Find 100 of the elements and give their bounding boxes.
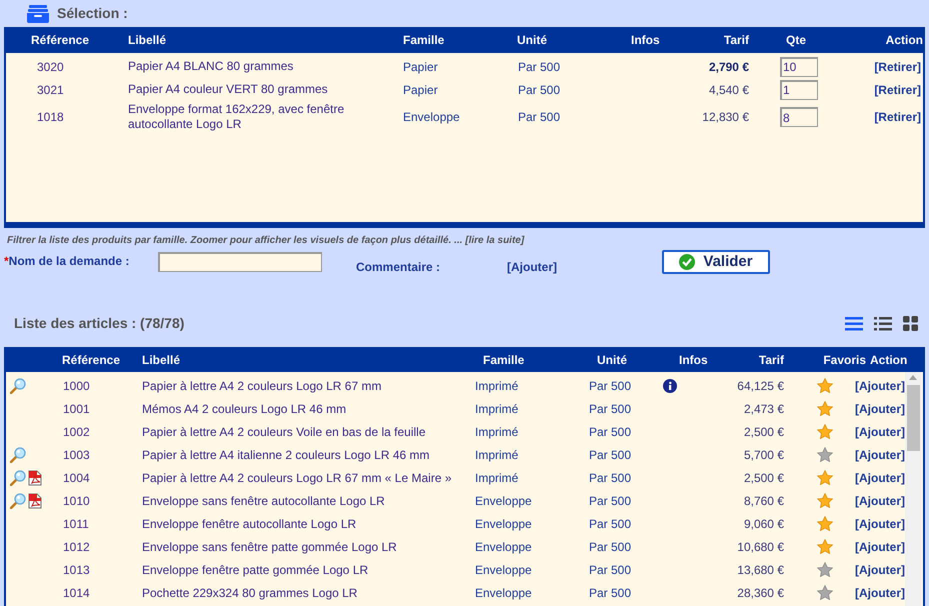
table-cell: 2,473 € (744, 402, 784, 416)
magnifier-icon[interactable] (10, 378, 26, 394)
table-cell: 12,830 € (702, 110, 749, 124)
table-cell: Papier à lettre A4 italienne 2 couleurs Logo LR 46 mm (142, 448, 430, 462)
pdf-file-icon[interactable] (28, 492, 42, 508)
table-cell: Enveloppe sans fenêtre autocollante Logo LR (142, 494, 385, 508)
table-cell: Papier à lettre A4 2 couleurs Logo LR 67 mm « Le Maire » (142, 470, 452, 484)
column-header: Favoris (823, 352, 866, 366)
table-cell: Par 500 (518, 82, 560, 96)
add-comment-link[interactable]: [Ajouter] (507, 258, 662, 276)
pdf-file-icon[interactable] (28, 470, 42, 486)
submit-button[interactable]: Valider (662, 250, 770, 274)
add-link[interactable]: [Ajouter] (855, 424, 905, 438)
column-header: Tarif (758, 352, 784, 366)
star-icon[interactable] (817, 470, 833, 485)
table-cell: Par 500 (589, 540, 632, 554)
star-icon[interactable] (817, 539, 833, 554)
column-header: Unité (597, 352, 627, 366)
table-cell: Imprimé (475, 424, 518, 438)
table-cell: Papier à lettre A4 2 couleurs Voile en bas de la feuille (142, 424, 426, 438)
column-header: Famille (403, 33, 444, 47)
column-header: Référence (31, 33, 90, 47)
table-cell: 1018 (37, 110, 64, 124)
add-link[interactable]: [Ajouter] (855, 470, 905, 484)
table-cell: Imprimé (475, 470, 518, 484)
list-view-icon[interactable] (845, 316, 863, 331)
star-icon[interactable] (817, 585, 833, 600)
table-cell: Par 500 (589, 470, 632, 484)
magnifier-icon[interactable] (10, 470, 26, 486)
check-icon (679, 254, 696, 270)
hint-text: Filtrer la liste des produits par famille. Zoomer pour afficher les visuels de façon plus détaillé. ... [lire la suite] (6, 234, 526, 248)
column-header: Référence (62, 352, 120, 366)
table-cell: Enveloppe (475, 540, 532, 554)
table-cell: Papier (403, 82, 438, 96)
add-link[interactable]: [Ajouter] (855, 562, 905, 576)
field-label: *Nom de la demande : (4, 253, 130, 270)
table-cell: Imprimé (475, 378, 518, 392)
magnifier-icon[interactable] (10, 446, 26, 462)
table-cell: 1000 (63, 378, 90, 392)
add-link[interactable]: [Ajouter] (855, 494, 905, 508)
magnifier-icon[interactable] (10, 492, 26, 508)
table-cell: 64,125 € (737, 378, 784, 392)
table-cell: 2,500 € (744, 470, 784, 484)
table-cell: Par 500 (589, 494, 632, 508)
star-icon[interactable] (817, 401, 833, 416)
remove-link[interactable]: [Retirer] (874, 110, 921, 124)
table-cell: 1011 (63, 516, 89, 530)
table-cell: Pochette 229x324 80 grammes Logo LR (142, 586, 358, 600)
table-cell: Papier à lettre A4 2 couleurs Logo LR 67 mm (142, 378, 382, 392)
remove-link[interactable]: [Retirer] (874, 82, 921, 96)
table-cell: 1002 (63, 424, 90, 438)
star-icon[interactable] (817, 516, 833, 531)
table-cell: 1004 (63, 470, 90, 484)
table-cell: 1013 (63, 562, 90, 576)
table-cell: Par 500 (518, 60, 560, 74)
add-link[interactable]: [Ajouter] (855, 516, 905, 530)
add-link[interactable]: [Ajouter] (855, 540, 905, 554)
table-cell: 8,760 € (744, 494, 784, 508)
quantity-field[interactable]: 8 (780, 107, 818, 127)
add-link[interactable]: [Ajouter] (855, 378, 905, 392)
table-cell: 9,060 € (744, 516, 784, 530)
input-field[interactable] (158, 252, 322, 272)
table-cell: Par 500 (589, 424, 632, 438)
table-cell: 3020 (37, 60, 64, 74)
star-icon[interactable] (817, 424, 833, 439)
bulleted-list-icon[interactable] (874, 316, 892, 331)
star-icon[interactable] (817, 378, 833, 393)
column-header: Unité (517, 33, 547, 47)
star-icon[interactable] (817, 493, 833, 508)
add-link[interactable]: [Ajouter] (855, 402, 905, 416)
info-icon[interactable] (663, 378, 677, 392)
remove-link[interactable]: [Retirer] (874, 60, 921, 74)
grid-view-icon[interactable] (903, 316, 918, 331)
table-cell: Papier A4 couleur VERT 80 grammes (128, 82, 328, 96)
column-header: Tarif (724, 33, 749, 47)
table-cell: Par 500 (589, 516, 632, 530)
column-header: Qte (786, 33, 806, 47)
star-icon[interactable] (817, 447, 833, 462)
column-header: Libellé (142, 352, 180, 366)
column-header: Famille (483, 352, 524, 366)
quantity-field[interactable]: 1 (780, 80, 818, 100)
scrollbar[interactable] (905, 372, 921, 606)
add-link[interactable]: [Ajouter] (855, 448, 905, 462)
table-cell: Enveloppe fenêtre patte gommée Logo LR (142, 562, 368, 576)
table-cell: Enveloppe (475, 586, 532, 600)
drawer-icon (27, 4, 49, 22)
table-cell: Par 500 (589, 378, 632, 392)
scrollbar-thumb[interactable] (906, 385, 920, 451)
table-cell: Par 500 (518, 110, 560, 124)
table-cell: 1014 (63, 586, 90, 600)
quantity-field[interactable]: 10 (780, 56, 818, 76)
add-link[interactable]: [Ajouter] (855, 586, 905, 600)
scroll-up-arrow-icon[interactable] (909, 374, 917, 380)
table-cell: Enveloppe (475, 562, 532, 576)
star-icon[interactable] (817, 562, 833, 577)
table-cell: Enveloppe (475, 494, 532, 508)
table-cell: 3021 (37, 82, 64, 96)
table-cell: Par 500 (589, 562, 632, 576)
table-cell: 4,540 € (708, 82, 749, 96)
table-cell: Enveloppe format 162x229, avec fenêtre autocollante Logo LR (128, 102, 344, 131)
